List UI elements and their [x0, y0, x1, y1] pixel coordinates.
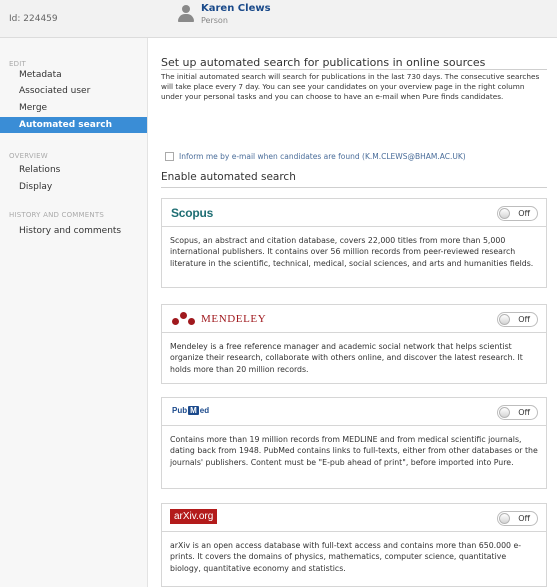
mendeley-logo: MENDELEY	[172, 311, 266, 326]
source-card-header: Scopus Off	[162, 199, 546, 227]
source-card-mendeley: MENDELEY Off Mendeley is a free referenc…	[161, 304, 547, 384]
toggle-label: Off	[518, 209, 530, 218]
toggle-knob	[499, 208, 510, 219]
mendeley-toggle[interactable]: Off	[497, 312, 538, 327]
scopus-logo: Scopus	[171, 206, 214, 220]
person-name-link[interactable]: Karen Clews	[201, 3, 271, 15]
arxiv-description: arXiv is an open access database with fu…	[170, 541, 522, 573]
sidebar-item-history-and-comments[interactable]: History and comments	[0, 223, 147, 239]
toggle-knob	[499, 407, 510, 418]
sidebar-item-merge[interactable]: Merge	[0, 100, 147, 116]
toggle-label: Off	[518, 514, 530, 523]
mendeley-description: Mendeley is a free reference manager and…	[170, 342, 523, 374]
title-divider	[161, 69, 547, 70]
pubmed-logo-post: ed	[199, 406, 210, 415]
person-type: Person	[201, 16, 228, 25]
sidebar-item-display[interactable]: Display	[0, 179, 147, 195]
sidebar-heading-history: HISTORY AND COMMENTS	[9, 211, 104, 219]
source-card-header: Pub M ed Off	[162, 398, 546, 426]
sidebar-item-automated-search[interactable]: Automated search	[0, 117, 147, 133]
source-card-scopus: Scopus Off Scopus, an abstract and citat…	[161, 198, 547, 288]
scopus-toggle[interactable]: Off	[497, 206, 538, 221]
toggle-label: Off	[518, 408, 530, 417]
source-card-pubmed: Pub M ed Off Contains more than 19 milli…	[161, 397, 547, 489]
sidebar-item-relations[interactable]: Relations	[0, 162, 147, 178]
mendeley-logo-text: MENDELEY	[201, 312, 267, 325]
enable-divider	[161, 187, 547, 188]
sidebar-heading-overview: OVERVIEW	[9, 152, 48, 160]
page-header: Id: 224459 Karen Clews Person	[0, 0, 557, 38]
person-icon	[177, 4, 195, 22]
toggle-knob	[499, 314, 510, 325]
intro-text: The initial automated search will search…	[161, 72, 540, 101]
pubmed-logo-pre: Pub	[172, 406, 188, 415]
source-card-header: MENDELEY Off	[162, 305, 546, 333]
page-title: Set up automated search for publications…	[161, 56, 486, 69]
sidebar-item-associated-user[interactable]: Associated user	[0, 83, 147, 99]
inform-email-row: Inform me by e-mail when candidates are …	[165, 152, 466, 161]
arxiv-logo: arXiv.org	[170, 509, 218, 524]
record-id: Id: 224459	[9, 14, 58, 24]
toggle-knob	[499, 513, 510, 524]
person-summary: Karen Clews Person	[177, 3, 271, 26]
enable-search-title: Enable automated search	[161, 171, 296, 183]
pubmed-logo-mid: M	[188, 406, 199, 415]
inform-email-checkbox[interactable]	[165, 152, 174, 161]
inform-email-label[interactable]: Inform me by e-mail when candidates are …	[179, 152, 466, 161]
pubmed-logo: Pub M ed	[172, 406, 209, 415]
source-card-header: arXiv.org Off	[162, 504, 546, 532]
sidebar-item-metadata[interactable]: Metadata	[0, 67, 147, 83]
arxiv-toggle[interactable]: Off	[497, 511, 538, 526]
mendeley-icon	[172, 311, 196, 326]
toggle-label: Off	[518, 315, 530, 324]
pubmed-description: Contains more than 19 million records fr…	[170, 435, 538, 467]
sidebar: EDIT Metadata Associated user Merge Auto…	[0, 38, 148, 587]
pubmed-toggle[interactable]: Off	[497, 405, 538, 420]
source-card-arxiv: arXiv.org Off arXiv is an open access da…	[161, 503, 547, 587]
scopus-description: Scopus, an abstract and citation databas…	[170, 236, 534, 268]
